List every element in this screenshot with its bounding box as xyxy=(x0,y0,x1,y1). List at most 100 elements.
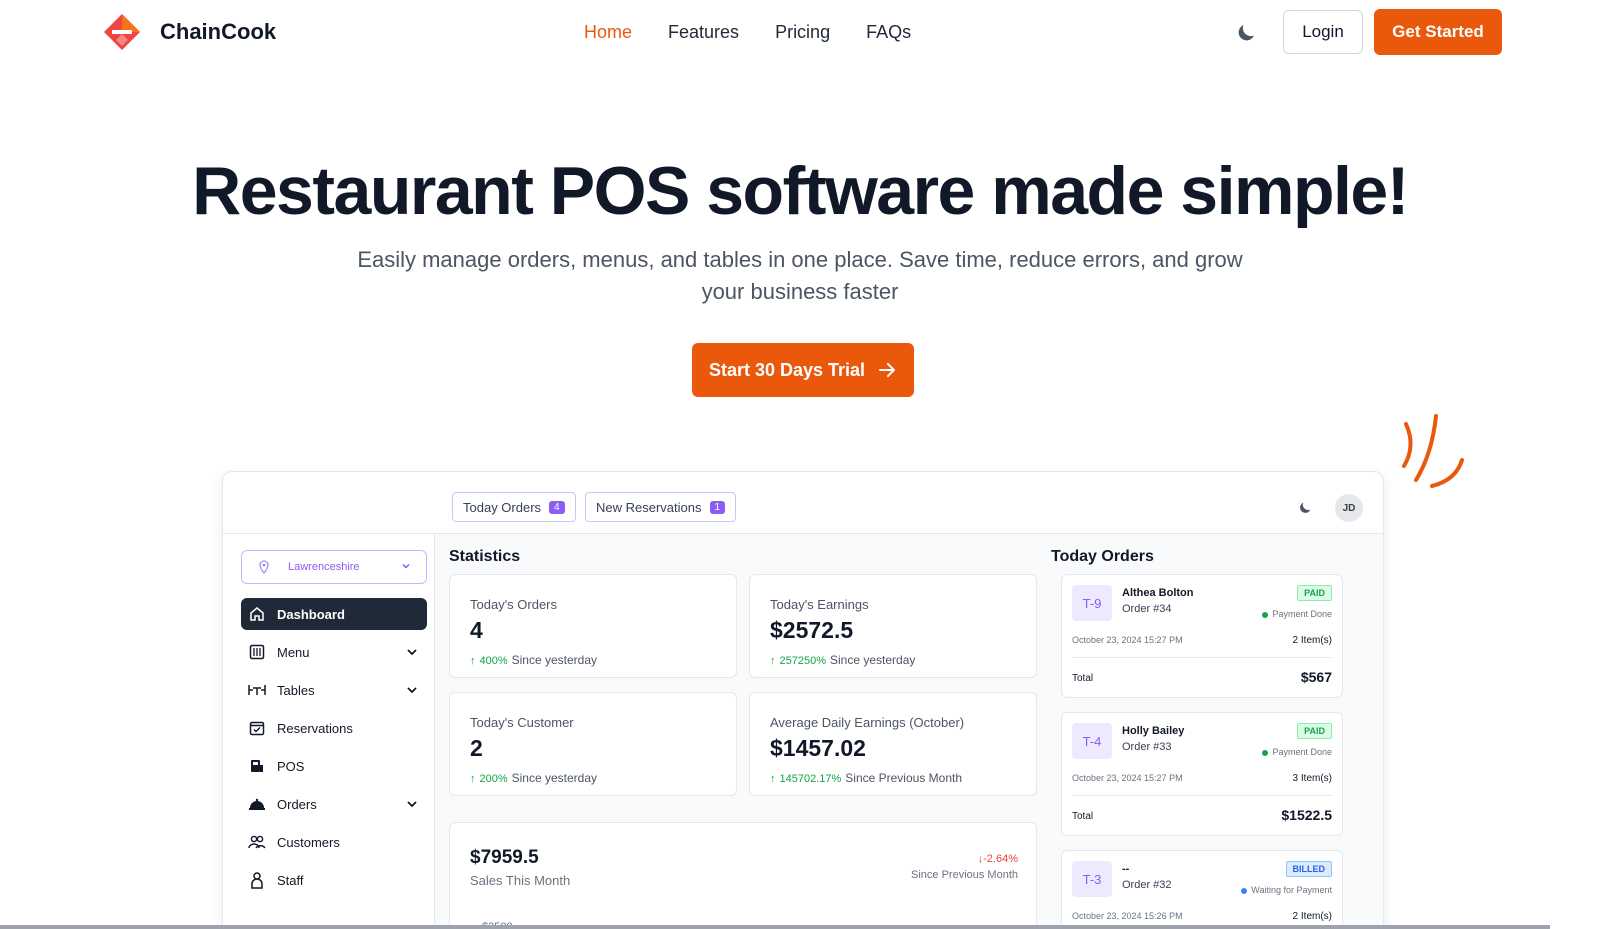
order-number: Order #33 xyxy=(1122,741,1172,753)
sidebar-item-label: Menu xyxy=(277,644,310,660)
divider xyxy=(1072,657,1332,658)
sales-this-month-card: $7959.5 Sales This Month ↓-2.64% Since P… xyxy=(449,822,1037,929)
stat-change: ↑ 145702.17% Since Previous Month xyxy=(770,771,962,785)
stat-label: Average Daily Earnings (October) xyxy=(770,715,965,730)
decorative-squiggle-icon xyxy=(1402,414,1464,488)
location-value: Lawrenceshire xyxy=(288,561,360,573)
dashboard-sidebar: Lawrenceshire Dashboard Menu Tables Rese… xyxy=(237,534,435,929)
sidebar-item-staff[interactable]: Staff xyxy=(241,864,427,896)
hero-subtitle-line1: Easily manage orders, menus, and tables … xyxy=(357,247,1243,272)
divider xyxy=(1072,795,1332,796)
sidebar-item-pos[interactable]: POS xyxy=(241,750,427,782)
nav-link-pricing[interactable]: Pricing xyxy=(775,22,830,43)
sidebar-item-customers[interactable]: Customers xyxy=(241,826,427,858)
status-dot-icon xyxy=(1262,749,1269,756)
today-orders-count-badge: 4 xyxy=(549,500,565,514)
cloche-icon xyxy=(247,794,267,814)
nav-link-features[interactable]: Features xyxy=(668,22,739,43)
payment-status: Payment Done xyxy=(1262,747,1332,757)
menu-icon xyxy=(247,642,267,662)
stat-change-percent: 200% xyxy=(479,773,508,785)
order-customer: Holly Bailey xyxy=(1122,725,1185,737)
status-badge: PAID xyxy=(1297,723,1332,739)
sales-delta: ↓-2.64% xyxy=(978,853,1018,865)
sales-value: $7959.5 xyxy=(470,847,539,868)
today-orders-title: Today Orders xyxy=(1051,548,1154,565)
brand-name: ChainCook xyxy=(160,19,277,44)
home-icon xyxy=(247,604,267,624)
arrow-up-icon: ↑ xyxy=(770,655,776,667)
order-items: 2 Item(s) xyxy=(1292,911,1332,922)
stat-card-today-orders: Today's Orders 4 ↑ 400% Since yesterday xyxy=(449,574,737,678)
order-items: 2 Item(s) xyxy=(1292,635,1332,646)
sidebar-item-label: Tables xyxy=(277,682,315,698)
chaincook-logo-icon xyxy=(104,14,140,50)
avatar[interactable]: JD xyxy=(1335,494,1363,522)
stat-value: $1457.02 xyxy=(770,735,866,761)
table-icon xyxy=(247,680,267,700)
stat-value: $2572.5 xyxy=(770,617,854,643)
order-total: $1522.5 xyxy=(1281,807,1332,823)
stat-card-today-earnings: Today's Earnings $2572.5 ↑ 257250% Since y… xyxy=(749,574,1037,678)
today-orders-pill[interactable]: Today Orders 4 xyxy=(452,492,576,522)
sidebar-item-label: POS xyxy=(277,758,305,774)
moon-icon[interactable] xyxy=(1297,500,1313,516)
stat-value: 4 xyxy=(470,617,483,643)
sidebar-item-reservations[interactable]: Reservations xyxy=(241,712,427,744)
dashboard-preview: Today Orders 4 New Reservations 1 JD Law… xyxy=(222,471,1384,929)
get-started-button[interactable]: Get Started xyxy=(1374,9,1502,55)
chevron-down-icon xyxy=(407,801,417,808)
payment-status: Waiting for Payment xyxy=(1241,885,1332,895)
chevron-down-icon xyxy=(407,649,417,656)
login-button[interactable]: Login xyxy=(1283,10,1363,54)
stat-change: ↑ 257250% Since yesterday xyxy=(770,653,915,667)
sidebar-item-orders[interactable]: Orders xyxy=(241,788,427,820)
order-card[interactable]: T-3 -- Order #32 BILLED Waiting for Paym… xyxy=(1061,850,1343,929)
order-total-label: Total xyxy=(1072,673,1094,684)
chevron-down-icon xyxy=(407,687,417,694)
arrow-up-icon: ↑ xyxy=(470,773,476,785)
stat-card-average-daily-earnings: Average Daily Earnings (October) $1457.0… xyxy=(749,692,1037,796)
order-card[interactable]: T-4 Holly Bailey Order #33 PAID Payment … xyxy=(1061,712,1343,836)
sidebar-item-menu[interactable]: Menu xyxy=(241,636,427,668)
horizontal-scrollbar[interactable] xyxy=(0,925,1550,929)
stat-change-label: Since yesterday xyxy=(511,653,598,667)
new-reservations-count-badge: 1 xyxy=(709,500,726,514)
nav-link-home[interactable]: Home xyxy=(584,22,632,43)
payment-status-label: Payment Done xyxy=(1272,609,1332,619)
table-tag: T-3 xyxy=(1072,861,1112,897)
start-trial-button[interactable]: Start 30 Days Trial xyxy=(692,343,914,397)
top-navbar: ChainCook Home Features Pricing FAQs Log… xyxy=(0,0,1600,66)
order-items: 3 Item(s) xyxy=(1292,773,1332,784)
stat-label: Today's Earnings xyxy=(770,597,869,612)
new-reservations-pill[interactable]: New Reservations 1 xyxy=(585,492,737,522)
hero-subtitle-line2: your business faster xyxy=(701,279,899,304)
table-tag: T-4 xyxy=(1072,723,1112,759)
location-select[interactable]: Lawrenceshire xyxy=(241,550,427,584)
sidebar-item-tables[interactable]: Tables xyxy=(241,674,427,706)
stat-change: ↑ 400% Since yesterday xyxy=(470,653,597,667)
moon-icon[interactable] xyxy=(1234,21,1258,45)
stat-label: Today's Customer xyxy=(470,715,574,730)
arrow-up-icon: ↑ xyxy=(770,773,776,785)
order-customer: -- xyxy=(1122,863,1130,875)
sidebar-item-dashboard[interactable]: Dashboard xyxy=(241,598,427,630)
payment-status-label: Waiting for Payment xyxy=(1251,885,1332,895)
order-card[interactable]: T-9 Althea Bolton Order #34 PAID Payment… xyxy=(1061,574,1343,698)
arrow-right-icon xyxy=(879,363,896,377)
statistics-panel: Statistics Today's Orders 4 ↑ 400% Since y… xyxy=(435,534,1047,929)
stat-value: 2 xyxy=(470,735,483,761)
order-date: October 23, 2024 15:27 PM xyxy=(1072,635,1183,645)
location-pin-icon xyxy=(259,560,269,574)
sidebar-item-label: Dashboard xyxy=(277,606,345,622)
stat-change: ↑ 200% Since yesterday xyxy=(470,771,597,785)
brand[interactable]: ChainCook xyxy=(102,12,276,52)
stat-change-percent: 257250% xyxy=(779,655,827,667)
nav-link-faqs[interactable]: FAQs xyxy=(866,22,911,43)
stat-change-label: Since yesterday xyxy=(830,653,916,667)
sidebar-item-label: Staff xyxy=(277,872,304,888)
today-orders-pill-label: Today Orders xyxy=(463,499,542,515)
sidebar-item-label: Customers xyxy=(277,834,340,850)
start-trial-label: Start 30 Days Trial xyxy=(708,359,866,380)
today-orders-panel: Today Orders T-9 Althea Bolton Order #34… xyxy=(1047,534,1383,929)
